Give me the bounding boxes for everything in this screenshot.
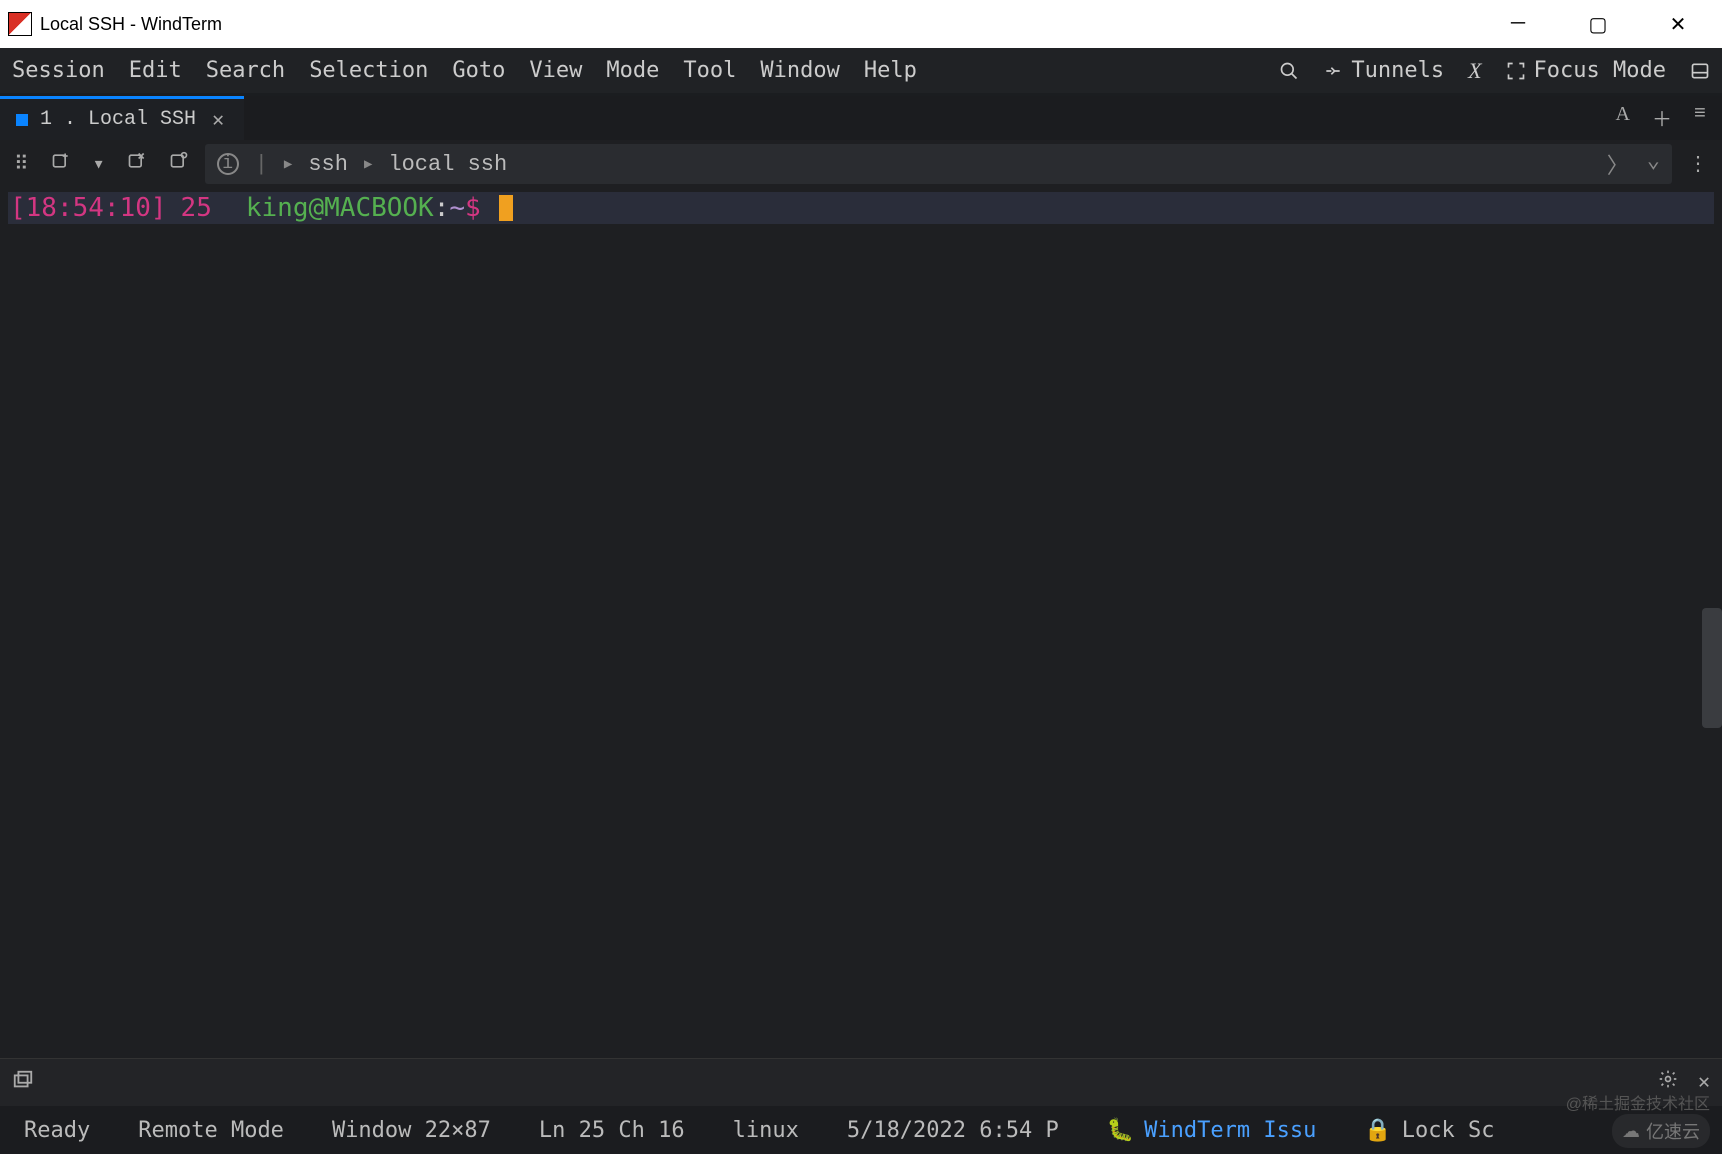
watermark-text: @稀土掘金技术社区 — [1566, 1090, 1710, 1114]
menu-mode[interactable]: Mode — [606, 58, 659, 83]
watermark-badge: ☁ 亿速云 — [1612, 1114, 1710, 1148]
chevron-right-icon[interactable]: 〉 — [1607, 148, 1629, 180]
caterpillar-icon: 🐛 — [1107, 1118, 1134, 1143]
focus-mode-button[interactable]: Focus Mode — [1506, 58, 1666, 83]
status-cursor: Ln 25 Ch 16 — [539, 1118, 685, 1143]
cursor-icon — [499, 195, 513, 221]
prompt-sep: : — [434, 193, 450, 223]
more-icon[interactable]: ⋮ — [1682, 147, 1714, 181]
status-ready: Ready — [24, 1118, 90, 1143]
status-bar: Ready Remote Mode Window 22×87 Ln 25 Ch … — [0, 1106, 1722, 1154]
vertical-scrollbar[interactable] — [1702, 608, 1722, 728]
new-tab-button[interactable]: ＋ — [1652, 103, 1672, 133]
menu-goto[interactable]: Goto — [452, 58, 505, 83]
status-link-label: WindTerm Issu — [1144, 1118, 1316, 1143]
title-bar: Local SSH - WindTerm ─ ▢ ✕ — [0, 0, 1722, 48]
prompt-dollar: $ — [465, 193, 481, 223]
menu-selection[interactable]: Selection — [309, 58, 428, 83]
info-icon[interactable]: i — [217, 153, 239, 175]
panel-stack-icon[interactable] — [12, 1069, 34, 1096]
menu-window[interactable]: Window — [760, 58, 839, 83]
app-icon — [8, 12, 32, 36]
reconnect-icon[interactable] — [163, 147, 195, 182]
menu-edit[interactable]: Edit — [129, 58, 182, 83]
menu-tool[interactable]: Tool — [683, 58, 736, 83]
terminal-area[interactable]: [18:54:10] 25 king@MACBOOK:~$ — [0, 188, 1722, 1058]
search-icon[interactable] — [1279, 61, 1299, 81]
menu-bar: Session Edit Search Selection Goto View … — [0, 48, 1722, 96]
status-lock[interactable]: 🔒 Lock Sc — [1364, 1118, 1494, 1143]
menu-help[interactable]: Help — [864, 58, 917, 83]
font-button[interactable]: A — [1616, 103, 1630, 133]
close-session-icon[interactable] — [121, 147, 153, 182]
menu-session[interactable]: Session — [12, 58, 105, 83]
tab-menu-button[interactable]: ≡ — [1694, 103, 1706, 133]
terminal-line: [18:54:10] 25 king@MACBOOK:~$ — [8, 192, 1714, 224]
timestamp: [18:54:10] — [10, 193, 167, 223]
close-button[interactable]: ✕ — [1658, 12, 1698, 37]
panel-icon[interactable] — [1690, 61, 1710, 81]
breadcrumb-item-ssh[interactable]: ssh — [308, 152, 348, 177]
lock-icon: 🔒 — [1364, 1118, 1391, 1143]
status-lock-label: Lock Sc — [1402, 1118, 1495, 1143]
line-number: 25 — [181, 193, 212, 223]
toolbar: ⠿ ▾ i | ▶ ssh ▶ local ssh 〉 ⌄ ⋮ — [0, 140, 1722, 188]
tunnels-label: Tunnels — [1351, 58, 1444, 83]
focus-mode-label: Focus Mode — [1534, 58, 1666, 83]
window-title: Local SSH - WindTerm — [40, 14, 222, 35]
prompt-path: ~ — [449, 193, 465, 223]
prompt-at: @ — [308, 193, 324, 223]
prompt-user: king — [246, 193, 309, 223]
tab-index: 1 — [40, 108, 52, 131]
tab-indicator-icon — [16, 114, 28, 126]
breadcrumb-bar: i | ▶ ssh ▶ local ssh 〉 ⌄ — [205, 144, 1672, 184]
menu-view[interactable]: View — [529, 58, 582, 83]
tab-local-ssh[interactable]: 1.Local SSH ✕ — [0, 96, 244, 140]
status-datetime: 5/18/2022 6:54 P — [847, 1118, 1059, 1143]
tunnels-button[interactable]: Tunnels — [1323, 58, 1444, 83]
separator: | — [255, 152, 268, 177]
tab-close-icon[interactable]: ✕ — [208, 107, 228, 133]
status-mode[interactable]: Remote Mode — [138, 1118, 284, 1143]
prompt-host: MACBOOK — [324, 193, 434, 223]
status-os: linux — [733, 1118, 799, 1143]
tab-label: Local SSH — [88, 108, 196, 131]
panel-bar: ✕ — [0, 1058, 1722, 1106]
status-window-size: Window 22×87 — [332, 1118, 491, 1143]
chevron-down-icon[interactable]: ⌄ — [1647, 148, 1660, 180]
minimize-button[interactable]: ─ — [1498, 12, 1538, 37]
breadcrumb-arrow-icon: ▶ — [284, 156, 292, 173]
status-link[interactable]: 🐛 WindTerm Issu — [1107, 1118, 1317, 1143]
cloud-icon: ☁ — [1622, 1121, 1640, 1142]
breadcrumb-item-local-ssh[interactable]: local ssh — [388, 152, 507, 177]
new-session-icon[interactable] — [45, 147, 77, 182]
menu-search[interactable]: Search — [206, 58, 285, 83]
maximize-button[interactable]: ▢ — [1578, 12, 1618, 37]
prompt-text: king@MACBOOK:~$ — [246, 193, 481, 223]
x-button[interactable]: X — [1468, 58, 1481, 84]
breadcrumb-arrow-icon: ▶ — [364, 156, 372, 173]
drag-handle-icon[interactable]: ⠿ — [8, 147, 35, 181]
watermark-label: 亿速云 — [1646, 1118, 1700, 1144]
dropdown-icon[interactable]: ▾ — [87, 147, 111, 181]
tab-bar: 1.Local SSH ✕ A ＋ ≡ — [0, 96, 1722, 140]
